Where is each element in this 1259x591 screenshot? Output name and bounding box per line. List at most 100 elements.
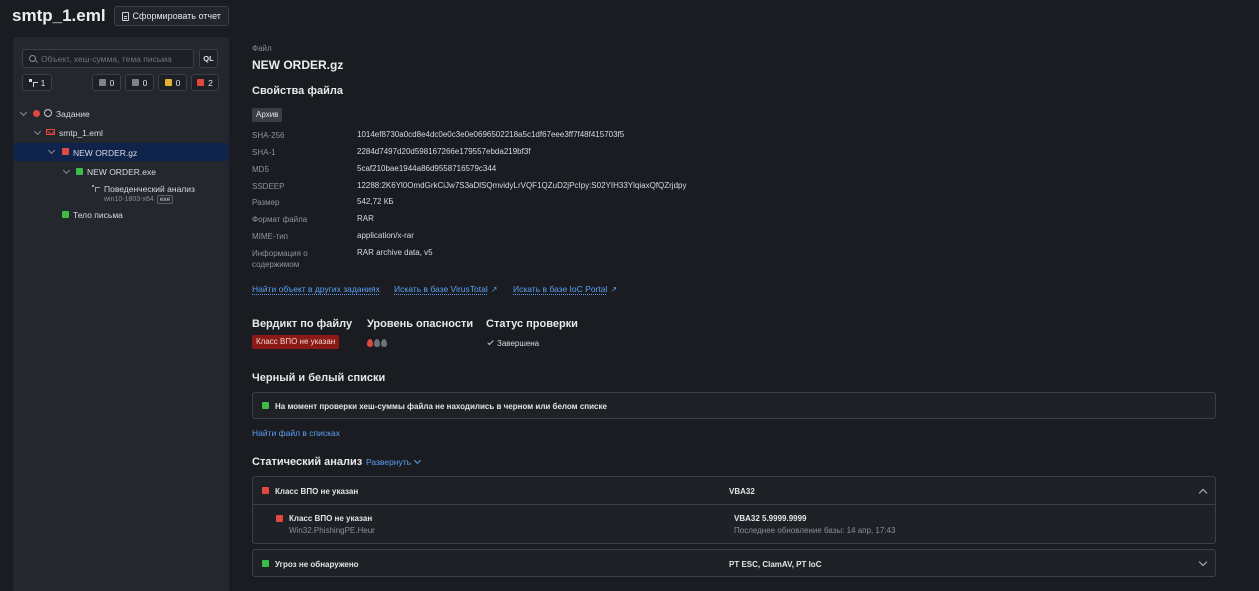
red-square-icon [62,148,69,155]
lists-message-box: На момент проверки хеш-суммы файла не на… [252,392,1216,419]
counter-gray-value: 0 [109,77,115,88]
tree-item-task[interactable]: Задание [13,105,229,122]
danger-level-title: Уровень опасности [367,318,474,330]
search-placeholder: Объект, хеш-сумма, тема письма [41,53,172,64]
find-in-tasks-link[interactable]: Найти объект в других заданиях [252,284,380,294]
detail-update: Последнее обновление базы: 14 апр, 17:43 [734,526,896,535]
chevron-down-icon[interactable] [47,146,56,155]
sidebar: Объект, хеш-сумма, тема письма QL 1 0 0 … [13,37,229,591]
status-value: Завершена [487,338,540,348]
prop-value: RAR [357,214,374,223]
static-group-malware: Класс ВПО не указан VBA32 Класс ВПО не у… [252,476,1216,544]
group-engine: VBA32 [729,487,755,496]
ioc-portal-link-label: Искать в базе IoC Portal [513,284,608,294]
counter-yellow[interactable]: 0 [158,74,187,91]
search-icon [29,55,36,62]
exe-tag: exe [156,195,174,204]
prop-key: SHA-256 [252,131,285,140]
counter-red[interactable]: 2 [191,74,219,91]
chevron-down-icon[interactable] [33,127,42,136]
gray-square-icon [98,79,106,86]
file-square-icon [131,79,139,86]
chevron-down-icon[interactable] [1198,557,1208,567]
green-square-icon [62,211,69,218]
ioc-portal-link[interactable]: Искать в базе IoC Portal ↗ [513,284,617,294]
tree-item-behavior[interactable]: Поведенческий анализ win10-1803-x64 exe [13,182,229,206]
file-label: Файл [252,44,272,53]
page-title: smtp_1.eml [12,6,106,25]
external-link-icon: ↗ [490,285,498,294]
task-circle-icon [44,109,52,117]
document-icon [121,11,129,21]
counter-tree[interactable]: 1 [22,74,52,91]
prop-value: 2284d7497d20d598167266e179557ebda219bf3f [357,147,531,156]
virustotal-link[interactable]: Искать в базе VirusTotal ↗ [394,284,497,294]
counter-tree-value: 1 [40,77,46,88]
find-in-lists-link[interactable]: Найти файл в списках [252,428,340,438]
static-group-header[interactable]: Класс ВПО не указан VBA32 [253,477,1215,505]
static-group-clean[interactable]: Угроз не обнаружено PT ESC, ClamAV, PT I… [252,549,1216,577]
tree-item-label: Тело письма [73,210,123,220]
chevron-down-icon[interactable] [19,108,28,117]
lists-message: На момент проверки хеш-суммы файла не на… [275,402,607,411]
prop-key: MD5 [252,165,269,174]
counter-gray[interactable]: 0 [92,74,121,91]
group-engines: PT ESC, ClamAV, PT IoC [729,560,822,569]
page-header: smtp_1.eml Сформировать отчет [12,5,229,27]
tree-item-label: NEW ORDER.gz [73,148,138,158]
prop-value: application/x-rar [357,231,414,240]
status-title: Статус проверки [486,318,578,330]
group-label: Угроз не обнаружено [275,560,359,569]
tree-item-label: Поведенческий анализ [104,184,195,194]
tree-item-exe[interactable]: NEW ORDER.exe [13,163,229,180]
check-icon [487,338,494,346]
tree-item-email[interactable]: smtp_1.eml [13,124,229,141]
prop-key: SHA-1 [252,148,276,157]
counter-file-value: 0 [142,77,148,88]
prop-key: SSDEEP [252,182,285,191]
prop-key: Формат файла [252,215,308,224]
red-square-icon [276,515,283,522]
prop-value: 542,72 КБ [357,197,394,206]
detail-engine: VBA32 5.9999.9999 [734,514,807,523]
properties-title: Свойства файла [252,85,343,97]
static-detail-row: Класс ВПО не указан Win32.PhishingPE.Heu… [253,505,1215,543]
flame-active-icon [367,339,373,347]
status-value-label: Завершена [497,339,540,348]
prop-key: Информация о содержимом [252,249,308,269]
counter-yellow-value: 0 [175,77,181,88]
tree-item-archive[interactable]: NEW ORDER.gz [13,143,229,161]
tree-item-label: NEW ORDER.exe [87,167,156,177]
group-label: Класс ВПО не указан [275,487,359,496]
detail-detection: Win32.PhishingPE.Heur [289,526,375,535]
green-square-icon [262,402,269,409]
chevron-down-icon[interactable] [62,166,71,175]
ql-button[interactable]: QL [199,49,218,68]
chevron-down-icon [414,456,422,464]
counter-row: 1 0 0 0 2 [22,74,219,91]
green-square-icon [76,168,83,175]
detail-label: Класс ВПО не указан [289,514,373,523]
prop-value: 1014ef8730a0cd8e4dc0e0c3e0e0696502218a5c… [357,130,625,139]
expand-button[interactable]: Развернуть [366,456,422,467]
behavior-analysis-icon [92,185,100,192]
counter-file[interactable]: 0 [125,74,154,91]
email-icon [46,129,55,135]
flame-inactive-icon [381,339,387,347]
behavior-env-label: win10-1803-x64 [104,196,154,203]
prop-value: RAR archive data, v5 [357,248,433,257]
green-square-icon [262,560,269,567]
flame-inactive-icon [374,339,380,347]
verdict-badge: Класс ВПО не указан [252,335,340,349]
file-name: NEW ORDER.gz [252,58,344,72]
prop-value: 12288:2K6Yl0OmdGrkCiJw7S3aDlSQmvidyLrVQF… [357,181,687,190]
generate-report-button[interactable]: Сформировать отчет [113,6,229,26]
search-input[interactable]: Объект, хеш-сумма, тема письма [22,49,194,68]
lists-title: Черный и белый списки [252,372,386,384]
danger-level-flames [367,339,387,347]
chevron-up-icon[interactable] [1198,488,1208,498]
generate-report-label: Сформировать отчет [132,11,221,21]
tree-item-body[interactable]: Тело письма [13,206,229,223]
static-analysis-title: Статический анализ [252,456,363,468]
search-row: Объект, хеш-сумма, тема письма QL [22,49,218,68]
